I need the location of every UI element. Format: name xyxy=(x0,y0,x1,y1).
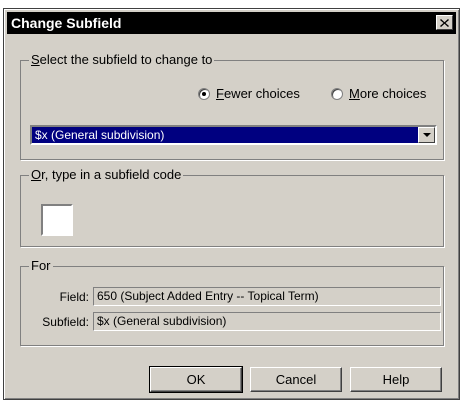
subfield-code-input[interactable] xyxy=(41,204,73,236)
type-code-group: Or, type in a subfield code xyxy=(20,167,444,247)
type-code-legend: Or, type in a subfield code xyxy=(29,167,184,182)
fewer-choices-label: Fewer choices xyxy=(216,86,300,101)
fewer-choices-radio[interactable]: Fewer choices xyxy=(198,86,300,101)
field-value: 650 (Subject Added Entry -- Topical Term… xyxy=(93,287,441,306)
more-choices-radio[interactable]: More choices xyxy=(331,86,426,101)
select-subfield-legend: Select the subfield to change to xyxy=(29,52,215,67)
ok-button[interactable]: OK xyxy=(149,366,243,393)
more-choices-radio-indicator[interactable] xyxy=(331,87,343,100)
close-icon xyxy=(440,18,449,27)
select-subfield-group: Select the subfield to change to xyxy=(20,52,444,160)
for-legend: For xyxy=(29,258,53,273)
fewer-choices-radio-indicator[interactable] xyxy=(198,87,210,100)
subfield-dropdown-value: $x (General subdivision) xyxy=(35,128,165,142)
dropdown-arrow-button[interactable] xyxy=(418,127,435,143)
title-bar[interactable]: Change Subfield xyxy=(7,12,456,34)
help-button[interactable]: Help xyxy=(350,367,442,392)
dialog-title: Change Subfield xyxy=(11,15,122,31)
more-choices-label: More choices xyxy=(349,86,427,101)
subfield-label: Subfield: xyxy=(42,315,89,329)
subfield-value: $x (General subdivision) xyxy=(93,312,441,331)
chevron-down-icon xyxy=(422,133,431,137)
for-group: For xyxy=(20,258,444,346)
close-button[interactable] xyxy=(436,15,453,30)
change-subfield-dialog: Change Subfield Select the subfield to c… xyxy=(3,8,460,400)
subfield-dropdown[interactable]: $x (General subdivision) xyxy=(30,125,437,145)
cancel-button[interactable]: Cancel xyxy=(250,367,342,392)
field-label: Field: xyxy=(59,290,89,304)
